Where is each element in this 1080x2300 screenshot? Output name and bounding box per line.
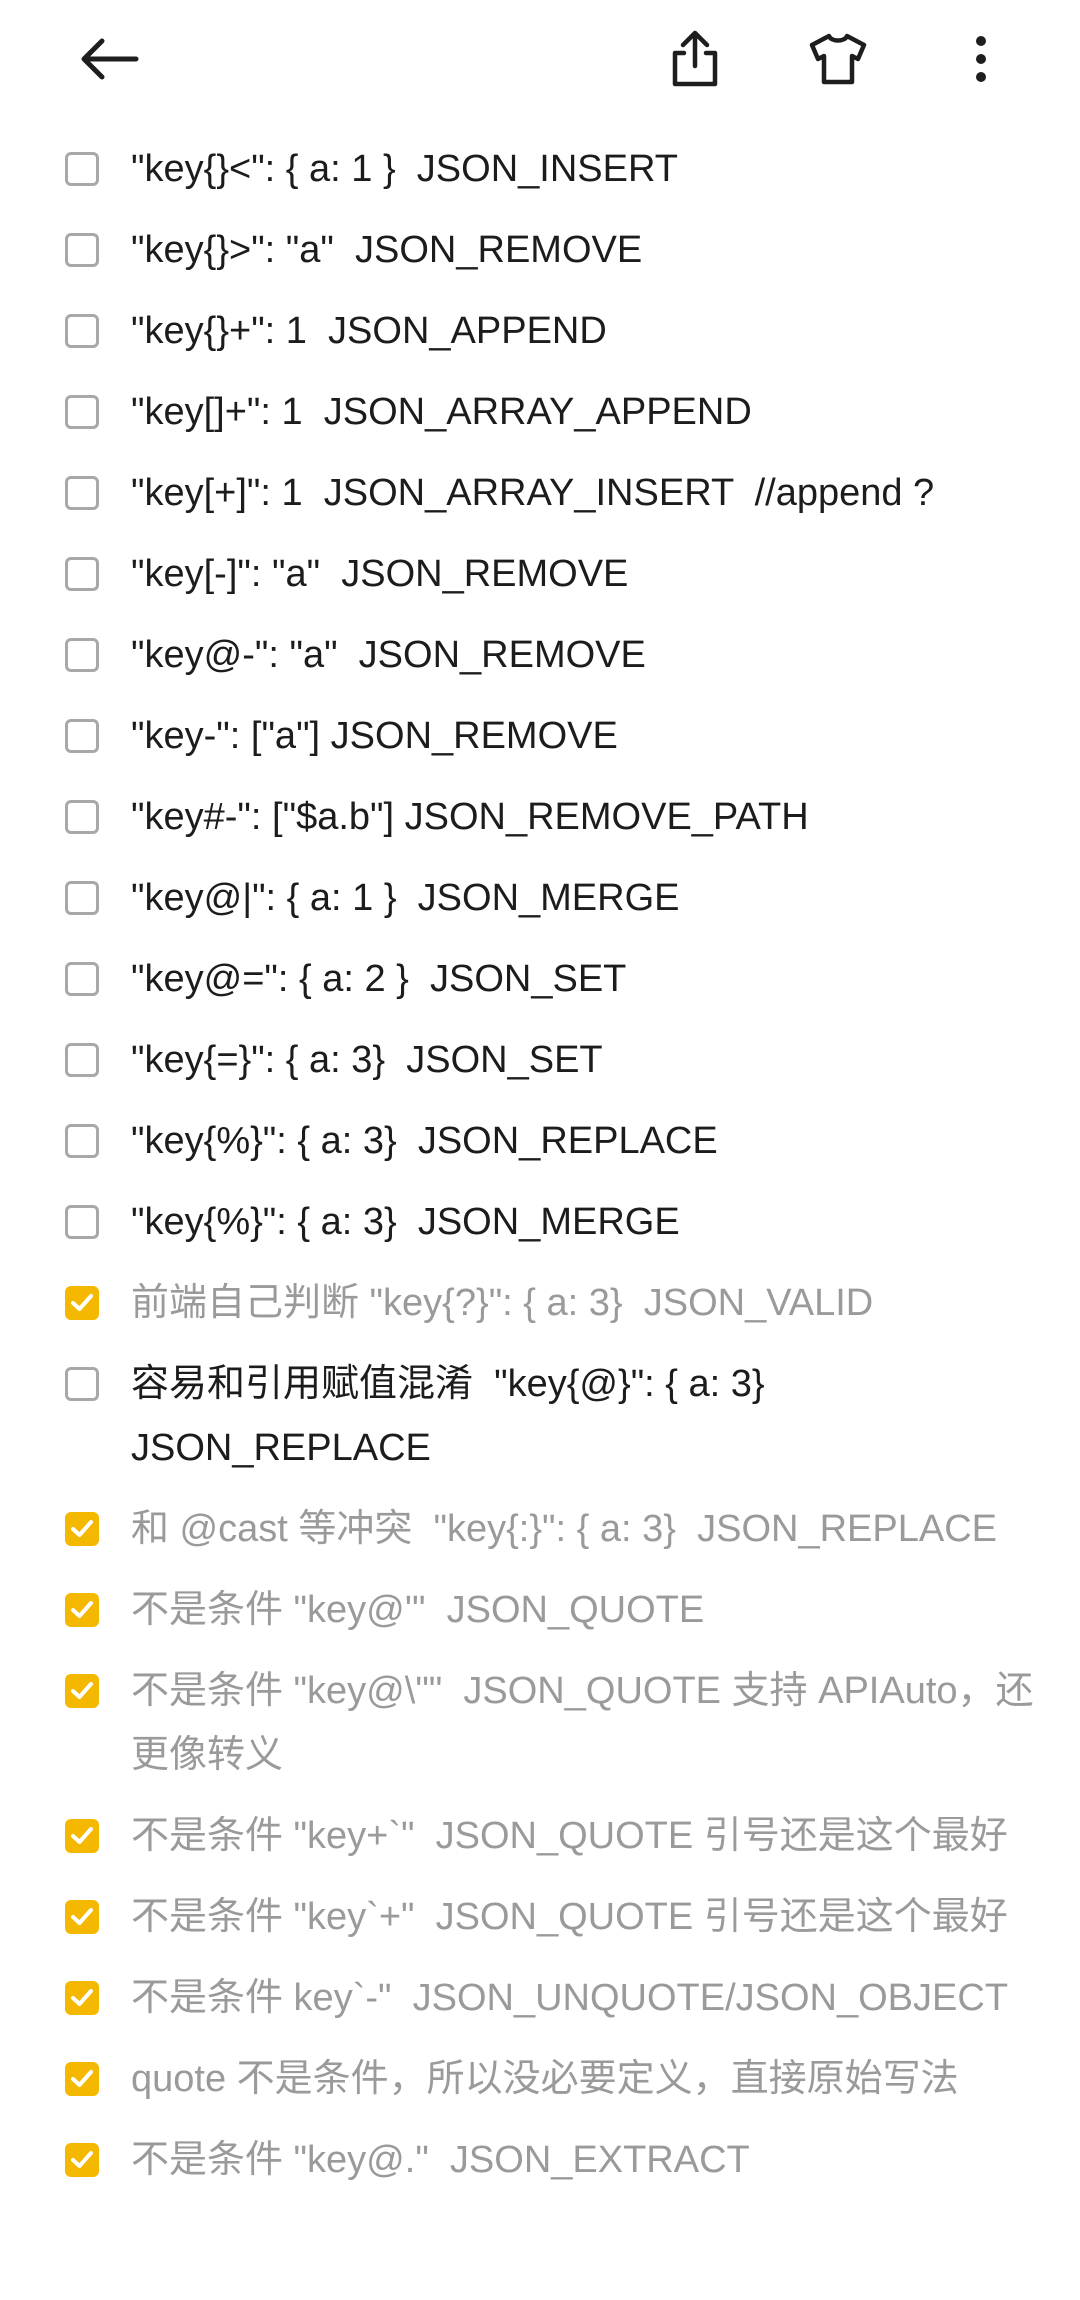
back-button[interactable]	[64, 14, 154, 104]
checklist-item: "key@-": "a" JSON_REMOVE	[0, 623, 1080, 687]
checklist-item-text[interactable]: "key-": ["a"] JSON_REMOVE	[131, 704, 1040, 768]
checklist-item-text[interactable]: "key[+]": 1 JSON_ARRAY_INSERT //append ?	[131, 461, 1040, 525]
checklist-item-text[interactable]: 前端自己判断 "key{?}": { a: 3} JSON_VALID	[131, 1271, 1040, 1335]
checkbox-unchecked[interactable]	[65, 1367, 99, 1401]
checklist-item: 前端自己判断 "key{?}": { a: 3} JSON_VALID	[0, 1271, 1080, 1335]
checkbox-unchecked[interactable]	[65, 719, 99, 753]
checkmark-icon	[71, 1520, 93, 1537]
checklist-item-text[interactable]: "key{}>": "a" JSON_REMOVE	[131, 218, 1040, 282]
checklist-item: "key-": ["a"] JSON_REMOVE	[0, 704, 1080, 768]
checklist-item-text[interactable]: quote 不是条件，所以没必要定义，直接原始写法	[131, 2047, 1040, 2111]
checkbox-checked[interactable]	[65, 1900, 99, 1934]
checklist-item-text[interactable]: 容易和引用赋值混淆 "key{@}": { a: 3} JSON_REPLACE	[131, 1352, 1040, 1480]
checkmark-icon	[71, 1827, 93, 1844]
checkbox-unchecked[interactable]	[65, 800, 99, 834]
checkbox-unchecked[interactable]	[65, 638, 99, 672]
checkbox-checked[interactable]	[65, 2143, 99, 2177]
checklist-item-text[interactable]: 和 @cast 等冲突 "key{:}": { a: 3} JSON_REPLA…	[131, 1497, 1040, 1561]
checklist-item: 不是条件 key`-" JSON_UNQUOTE/JSON_OBJECT	[0, 1966, 1080, 2030]
checklist-item-text[interactable]: "key@=": { a: 2 } JSON_SET	[131, 947, 1040, 1011]
checklist-item: 不是条件 "key@." JSON_EXTRACT	[0, 2128, 1080, 2192]
checklist-item: 不是条件 "key@'" JSON_QUOTE	[0, 1578, 1080, 1642]
checklist: "key{}<": { a: 1 } JSON_INSERT "key{}>": …	[0, 137, 1080, 2209]
checklist-item-text[interactable]: "key@-": "a" JSON_REMOVE	[131, 623, 1040, 687]
checklist-item-text[interactable]: "key{%}": { a: 3} JSON_MERGE	[131, 1190, 1040, 1254]
checkmark-icon	[71, 1682, 93, 1699]
checkmark-icon	[71, 1294, 93, 1311]
checklist-item-text[interactable]: "key[]+": 1 JSON_ARRAY_APPEND	[131, 380, 1040, 444]
tshirt-icon	[808, 32, 868, 86]
checklist-item-text[interactable]: 不是条件 "key@." JSON_EXTRACT	[131, 2128, 1040, 2192]
checklist-item-text[interactable]: "key#-": ["$a.b"] JSON_REMOVE_PATH	[131, 785, 1040, 849]
checklist-item-text[interactable]: "key[-]": "a" JSON_REMOVE	[131, 542, 1040, 606]
checkbox-unchecked[interactable]	[65, 1124, 99, 1158]
checklist-item: "key@|": { a: 1 } JSON_MERGE	[0, 866, 1080, 930]
checklist-item-text[interactable]: 不是条件 "key@\"" JSON_QUOTE 支持 APIAuto，还更像转…	[131, 1659, 1040, 1787]
checklist-item: "key{}<": { a: 1 } JSON_INSERT	[0, 137, 1080, 201]
checkbox-checked[interactable]	[65, 1286, 99, 1320]
checkbox-unchecked[interactable]	[65, 233, 99, 267]
checklist-item-text[interactable]: "key{=}": { a: 3} JSON_SET	[131, 1028, 1040, 1092]
checkbox-checked[interactable]	[65, 1674, 99, 1708]
checklist-item: 容易和引用赋值混淆 "key{@}": { a: 3} JSON_REPLACE	[0, 1352, 1080, 1480]
arrow-left-icon	[78, 37, 140, 81]
checklist-item: 不是条件 "key+`" JSON_QUOTE 引号还是这个最好	[0, 1804, 1080, 1868]
checkbox-unchecked[interactable]	[65, 557, 99, 591]
checkmark-icon	[71, 2070, 93, 2087]
checkmark-icon	[71, 1601, 93, 1618]
checkbox-checked[interactable]	[65, 1981, 99, 2015]
checkbox-unchecked[interactable]	[65, 1205, 99, 1239]
checklist-item-text[interactable]: "key@|": { a: 1 } JSON_MERGE	[131, 866, 1040, 930]
checkbox-unchecked[interactable]	[65, 881, 99, 915]
checklist-item-text[interactable]: 不是条件 key`-" JSON_UNQUOTE/JSON_OBJECT	[131, 1966, 1040, 2030]
checklist-item: 不是条件 "key`+" JSON_QUOTE 引号还是这个最好	[0, 1885, 1080, 1949]
checklist-item-text[interactable]: 不是条件 "key@'" JSON_QUOTE	[131, 1578, 1040, 1642]
checklist-item-text[interactable]: 不是条件 "key`+" JSON_QUOTE 引号还是这个最好	[131, 1885, 1040, 1949]
checklist-item: "key{%}": { a: 3} JSON_REPLACE	[0, 1109, 1080, 1173]
checkbox-unchecked[interactable]	[65, 476, 99, 510]
checkbox-unchecked[interactable]	[65, 395, 99, 429]
checkmark-icon	[71, 1908, 93, 1925]
checklist-item-text[interactable]: "key{}<": { a: 1 } JSON_INSERT	[131, 137, 1040, 201]
checkbox-checked[interactable]	[65, 1819, 99, 1853]
checklist-item-text[interactable]: "key{}+": 1 JSON_APPEND	[131, 299, 1040, 363]
checkbox-unchecked[interactable]	[65, 962, 99, 996]
checklist-item: quote 不是条件，所以没必要定义，直接原始写法	[0, 2047, 1080, 2111]
checkbox-unchecked[interactable]	[65, 314, 99, 348]
checklist-item-text[interactable]: "key{%}": { a: 3} JSON_REPLACE	[131, 1109, 1040, 1173]
checklist-item: "key@=": { a: 2 } JSON_SET	[0, 947, 1080, 1011]
top-toolbar	[0, 0, 1080, 120]
checklist-item: 和 @cast 等冲突 "key{:}": { a: 3} JSON_REPLA…	[0, 1497, 1080, 1561]
checklist-item-text[interactable]: 不是条件 "key+`" JSON_QUOTE 引号还是这个最好	[131, 1804, 1040, 1868]
checkbox-checked[interactable]	[65, 2062, 99, 2096]
checklist-item: "key[+]": 1 JSON_ARRAY_INSERT //append ?	[0, 461, 1080, 525]
theme-button[interactable]	[793, 14, 883, 104]
checklist-item: "key{}>": "a" JSON_REMOVE	[0, 218, 1080, 282]
checkbox-checked[interactable]	[65, 1593, 99, 1627]
checklist-item: "key#-": ["$a.b"] JSON_REMOVE_PATH	[0, 785, 1080, 849]
checkbox-checked[interactable]	[65, 1512, 99, 1546]
checklist-item: "key[-]": "a" JSON_REMOVE	[0, 542, 1080, 606]
checklist-item: "key{=}": { a: 3} JSON_SET	[0, 1028, 1080, 1092]
more-button[interactable]	[936, 14, 1026, 104]
checkbox-unchecked[interactable]	[65, 1043, 99, 1077]
checkmark-icon	[71, 2151, 93, 2168]
checkmark-icon	[71, 1989, 93, 2006]
checklist-item: "key{%}": { a: 3} JSON_MERGE	[0, 1190, 1080, 1254]
share-button[interactable]	[650, 14, 740, 104]
checkbox-unchecked[interactable]	[65, 152, 99, 186]
more-vertical-icon	[974, 35, 988, 83]
checklist-item: 不是条件 "key@\"" JSON_QUOTE 支持 APIAuto，还更像转…	[0, 1659, 1080, 1787]
checklist-item: "key[]+": 1 JSON_ARRAY_APPEND	[0, 380, 1080, 444]
share-icon	[669, 30, 721, 88]
checklist-item: "key{}+": 1 JSON_APPEND	[0, 299, 1080, 363]
